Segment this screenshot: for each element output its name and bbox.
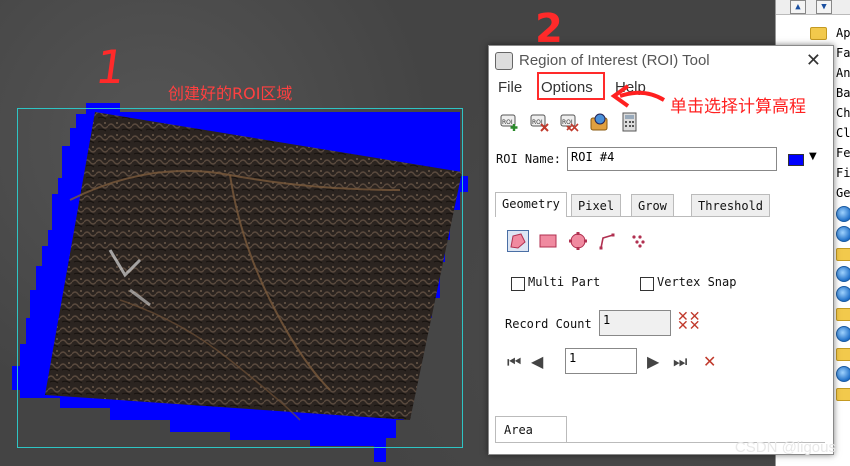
globe-icon: [836, 286, 850, 302]
watermark: CSDN @ligous: [734, 439, 836, 456]
tree-item[interactable]: Ge: [836, 183, 850, 203]
polyline-tool-icon[interactable]: [597, 230, 619, 252]
first-record-icon[interactable]: ⏮: [507, 352, 525, 371]
delete-all-roi-icon[interactable]: ROI: [559, 112, 581, 132]
new-roi-icon[interactable]: ROI: [499, 112, 521, 132]
calculator-icon[interactable]: [619, 112, 641, 132]
next-record-icon[interactable]: ▶: [647, 352, 665, 371]
svg-text:ROI: ROI: [502, 119, 513, 126]
multi-part-label: Multi Part: [528, 275, 601, 289]
dialog-title: Region of Interest (ROI) Tool: [519, 52, 710, 69]
roi-name-label: ROI Name:: [496, 152, 562, 166]
tab-grow[interactable]: Grow: [631, 194, 674, 216]
delete-roi-icon[interactable]: ROI: [529, 112, 551, 132]
tab-area[interactable]: Area: [495, 416, 567, 443]
rectangle-tool-icon[interactable]: [537, 230, 559, 252]
app-icon: [495, 52, 513, 70]
previous-record-icon[interactable]: ◀: [531, 352, 549, 371]
tree-item[interactable]: Ba: [836, 83, 850, 103]
tab-pixel[interactable]: Pixel: [571, 194, 622, 216]
roi-color-swatch[interactable]: [788, 154, 804, 166]
tree-item[interactable]: Fi: [836, 163, 850, 183]
expand-down-icon[interactable]: ▼: [816, 0, 832, 14]
folder-icon: [836, 248, 850, 261]
chevron-down-icon[interactable]: ▼: [809, 151, 817, 162]
ellipse-tool-icon[interactable]: [567, 230, 589, 252]
tree-item[interactable]: Cl: [836, 123, 850, 143]
record-count-label: Record Count: [505, 317, 592, 331]
point-tool-icon[interactable]: [627, 230, 649, 252]
folder-icon: [810, 27, 827, 40]
delete-record-icon[interactable]: ✕: [703, 352, 721, 371]
roi-tabs: Geometry Pixel Grow Threshold: [495, 192, 771, 217]
globe-icon: [836, 226, 850, 242]
close-icon[interactable]: ✕: [806, 50, 821, 71]
globe-icon: [836, 206, 850, 222]
options-highlight-box: [537, 72, 605, 100]
tab-geometry[interactable]: Geometry: [495, 192, 567, 217]
annotation-arrow-icon: [610, 84, 666, 108]
folder-icon: [836, 348, 850, 361]
tab-threshold[interactable]: Threshold: [691, 194, 771, 216]
folder-icon: [836, 308, 850, 321]
globe-icon: [836, 326, 850, 342]
tree-item[interactable]: Ap: [836, 23, 850, 43]
polygon-tool-icon[interactable]: [507, 230, 529, 252]
open-roi-icon[interactable]: [589, 112, 611, 132]
menu-file[interactable]: File: [498, 79, 522, 96]
tree-toolbar: ▲ ▼: [776, 0, 850, 15]
last-record-icon[interactable]: ⏭: [673, 352, 691, 371]
tree-item[interactable]: Fe: [836, 143, 850, 163]
tree-item[interactable]: Ch: [836, 103, 850, 123]
clear-records-icon[interactable]: ✕✕ ✕✕: [677, 310, 700, 333]
globe-icon: [836, 266, 850, 282]
folder-icon: [836, 388, 850, 401]
record-count-field[interactable]: 1: [599, 310, 671, 336]
annotation-roi-created: 创建好的ROI区域: [168, 84, 293, 103]
annotation-step-2-text: 单击选择计算高程: [670, 97, 806, 117]
vertex-snap-label: Vertex Snap: [657, 275, 737, 289]
roi-name-input[interactable]: ROI #4: [567, 147, 777, 171]
globe-icon: [836, 366, 850, 382]
tree-item[interactable]: Fa: [836, 43, 850, 63]
tree-item[interactable]: An: [836, 63, 850, 83]
collapse-up-icon[interactable]: ▲: [790, 0, 806, 14]
record-index-input[interactable]: 1: [565, 348, 637, 374]
vertex-snap-checkbox[interactable]: [640, 277, 654, 291]
multi-part-checkbox[interactable]: [511, 277, 525, 291]
